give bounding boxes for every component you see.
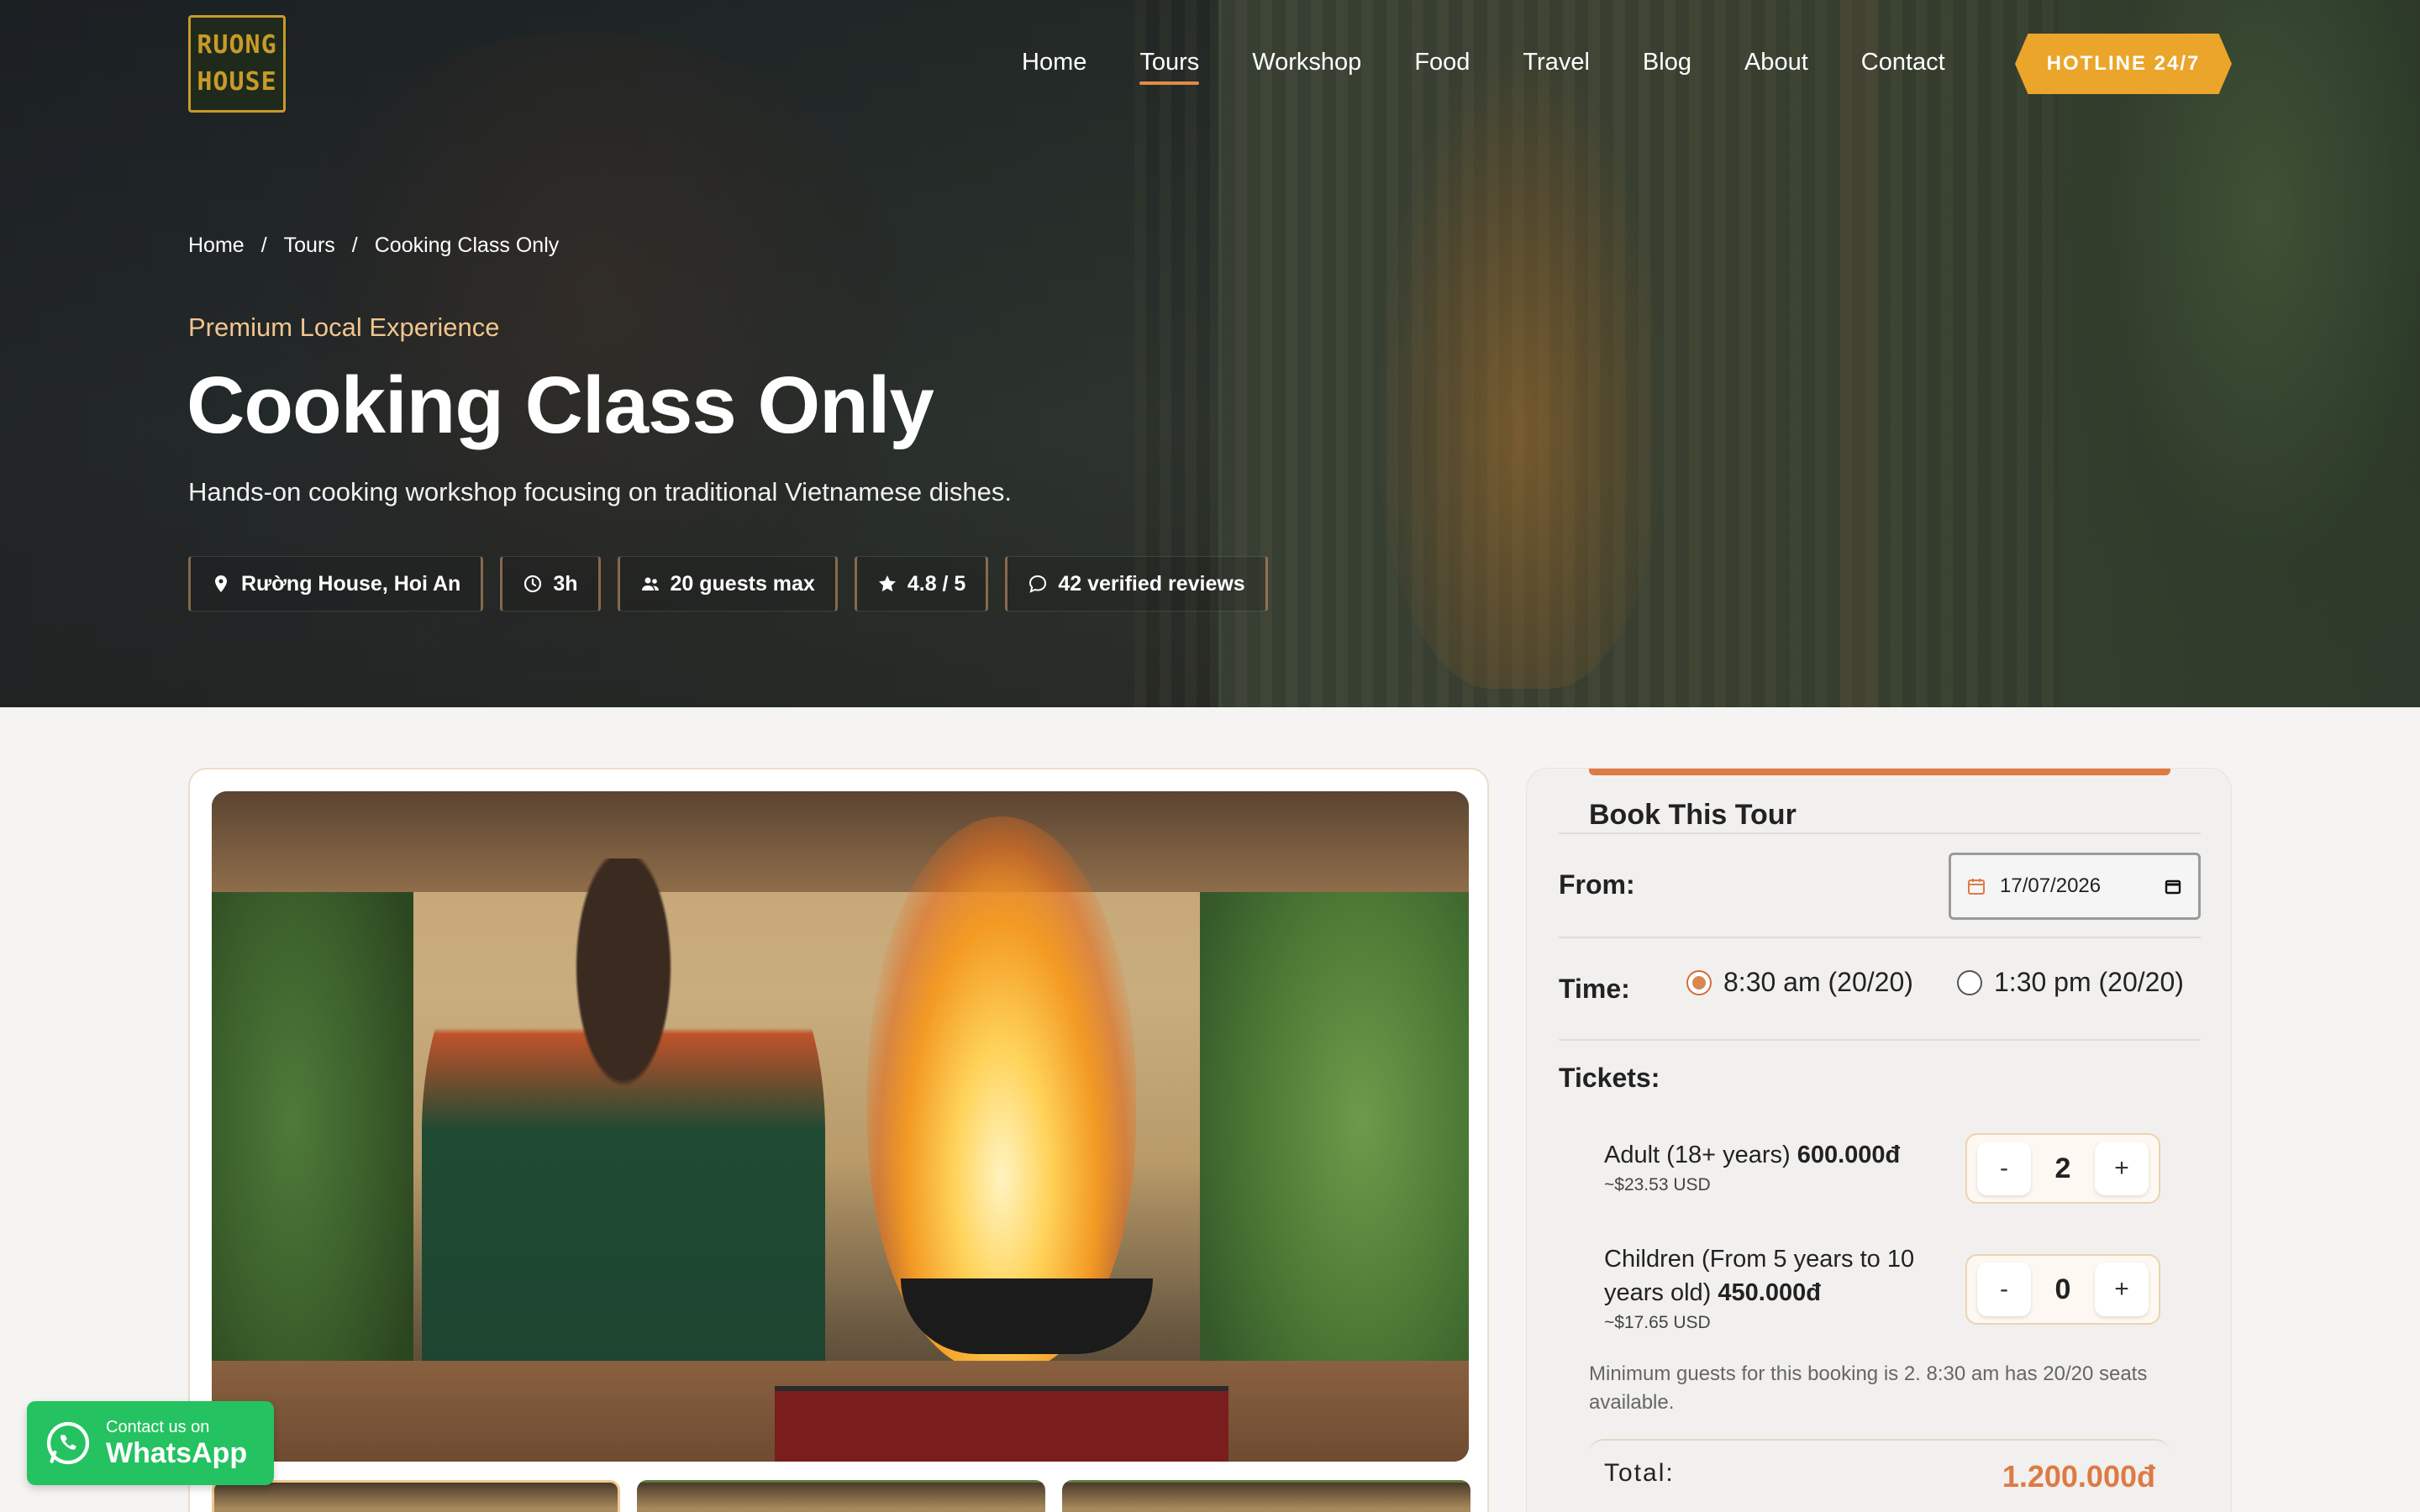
total-value: 1.200.000đ [2002,1459,2155,1494]
clock-icon [524,575,542,593]
time-option-afternoon[interactable]: 1:30 pm (20/20) [1957,967,2184,998]
whatsapp-contact-button[interactable]: Contact us on WhatsApp [27,1401,274,1485]
breadcrumb-separator: / [351,234,358,257]
chip-duration-label: 3h [553,571,578,596]
divider [1559,832,2201,834]
nav-item-about[interactable]: About [1744,49,1808,83]
adult-minus-button[interactable]: - [1977,1142,2031,1195]
gallery-main-photo[interactable] [212,791,1469,1462]
chip-location-label: Rường House, Hoi An [241,571,461,596]
adult-quantity-stepper: - 2 + [1965,1133,2160,1204]
hero-banner: RUONG HOUSE Home Tours Workshop Food Tra… [0,0,2420,707]
breadcrumb-current: Cooking Class Only [374,234,560,257]
divider [1559,937,2201,938]
date-value: 17/07/2026 [2000,874,2102,897]
calendar-icon [1968,879,1985,895]
map-pin-icon [215,575,227,592]
page-subtitle: Hands-on cooking workshop focusing on tr… [188,477,1012,507]
nav-item-travel[interactable]: Travel [1523,49,1590,83]
chip-capacity-label: 20 guests max [670,571,815,596]
photo-stove [775,1386,1228,1462]
children-minus-button[interactable]: - [1977,1263,2031,1316]
tour-info-chips: Rường House, Hoi An 3h 20 guests max 4.8… [188,556,1268,612]
nav-item-workshop[interactable]: Workshop [1252,49,1361,83]
ticket-adult-label: Adult (18+ years) [1604,1142,1791,1168]
site-logo[interactable]: RUONG HOUSE [188,15,286,113]
star-icon [878,575,896,592]
time-option-label: 1:30 pm (20/20) [1994,967,2184,997]
breadcrumb-separator: / [260,234,267,257]
chip-reviews-label: 42 verified reviews [1058,571,1245,596]
tickets-label: Tickets: [1559,1063,1660,1093]
ticket-children-price: 450.000đ [1718,1279,1821,1306]
chip-duration: 3h [500,556,601,612]
tour-gallery [188,768,1489,1512]
nav-item-contact[interactable]: Contact [1861,49,1945,83]
nav-item-home[interactable]: Home [1022,49,1086,83]
time-option-morning[interactable]: 8:30 am (20/20) [1686,967,1913,998]
nav-item-blog[interactable]: Blog [1643,49,1691,83]
date-input[interactable]: 17/07/2026 [1949,853,2201,920]
whatsapp-icon [46,1421,90,1465]
total-label: Total: [1604,1459,1675,1487]
time-label: Time: [1559,974,1630,1004]
photo-roof [212,791,1469,892]
ticket-children-label-line1: Children (From 5 years to 10 [1604,1246,1915,1273]
hotline-button[interactable]: HOTLINE 24/7 [2015,34,2232,94]
children-plus-button[interactable]: + [2094,1263,2149,1316]
children-quantity-value: 0 [2054,1273,2071,1305]
adult-quantity-value: 2 [2054,1152,2071,1184]
nav-item-food[interactable]: Food [1414,49,1470,83]
divider [1559,1039,2201,1041]
chip-rating-label: 4.8 / 5 [907,571,966,596]
hero-kicker: Premium Local Experience [188,312,500,342]
nav-item-tours[interactable]: Tours [1139,49,1199,85]
hero-background-post [1840,0,1879,707]
ticket-children-usd: ~$17.65 USD [1604,1313,1711,1332]
breadcrumb-home[interactable]: Home [188,234,245,258]
total-row: Total: 1.200.000đ [1589,1439,2170,1512]
hero-background-plant [2033,0,2420,707]
ticket-adult-name: Adult (18+ years) 600.000đ [1604,1138,1900,1172]
whatsapp-small-label: Contact us on [106,1418,210,1436]
gallery-thumbnail[interactable] [212,1480,620,1512]
booking-note: Minimum guests for this booking is 2. 8:… [1589,1362,2148,1414]
time-option-label: 8:30 am (20/20) [1723,967,1913,997]
page-title: Cooking Class Only [187,360,934,450]
date-picker-icon[interactable] [2163,876,2183,896]
booking-panel: Book This Tour From: 17/07/2026 Time: 8:… [1526,768,2232,1512]
adult-plus-button[interactable]: + [2094,1142,2149,1195]
ticket-children-name: Children (From 5 years to 10 years old) … [1604,1242,1914,1310]
radio-selected[interactable] [1686,969,1712,995]
hero-background-flame [1378,50,1664,689]
gallery-thumbnails [212,1480,1470,1512]
children-quantity-stepper: - 0 + [1965,1254,2160,1325]
whatsapp-big-label: WhatsApp [106,1437,248,1469]
booking-title: Book This Tour [1589,799,1797,831]
users-icon [641,577,659,591]
main-nav: Home Tours Workshop Food Travel Blog Abo… [1022,49,1998,85]
logo-text-line1: RUONG [197,30,277,60]
photo-wok [901,1278,1153,1354]
breadcrumb: Home / Tours / Cooking Class Only [188,234,559,258]
chip-capacity: 20 guests max [617,556,838,612]
gallery-thumbnail[interactable] [637,1480,1045,1512]
chip-rating: 4.8 / 5 [854,556,989,612]
breadcrumb-tours[interactable]: Tours [284,234,335,258]
ticket-adult-price: 600.000đ [1797,1142,1901,1168]
gallery-thumbnail[interactable] [1062,1480,1470,1512]
from-label: From: [1559,869,1635,900]
radio-unselected[interactable] [1957,969,1982,995]
ticket-adult-usd: ~$23.53 USD [1604,1175,1711,1194]
chip-location: Rường House, Hoi An [188,556,484,612]
chat-bubble-icon [1029,575,1047,593]
chip-reviews[interactable]: 42 verified reviews [1005,556,1268,612]
ticket-children-label-line2: years old) [1604,1279,1712,1306]
logo-text-line2: HOUSE [197,67,277,97]
booking-accent-bar [1589,769,2170,775]
